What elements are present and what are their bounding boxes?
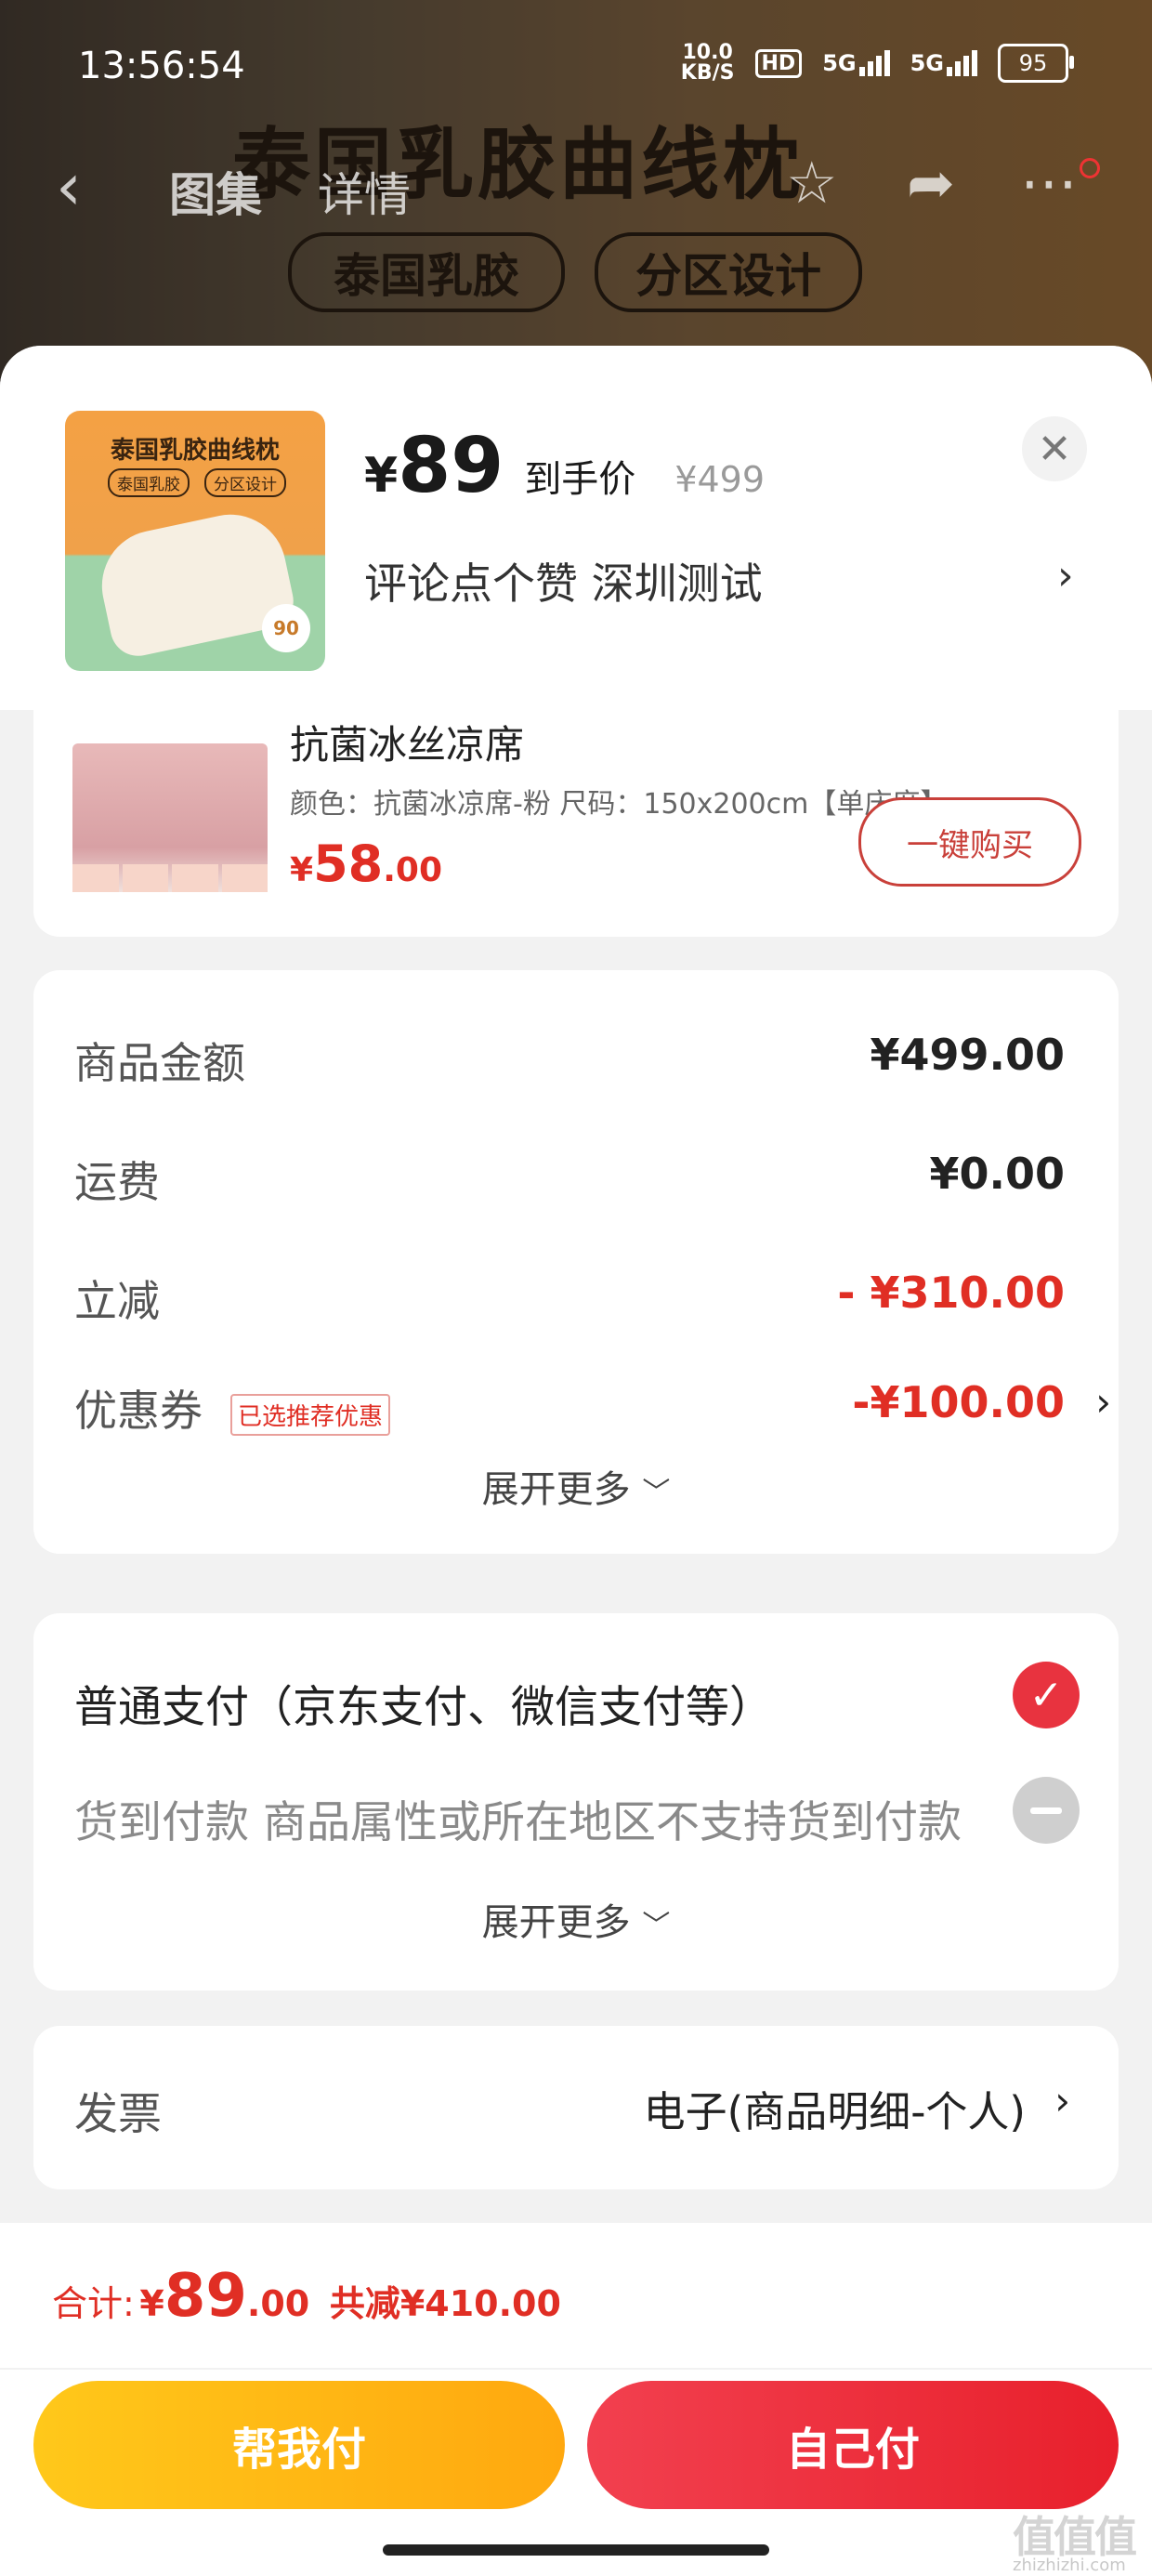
fee-row-shipping: 运费 ¥0.00 [74,1149,1065,1207]
divider [0,2368,1152,2370]
chevron-down-icon: ﹀ [642,1910,671,1942]
product-nav-bar: ‹ 图集 详情 ☆ ➦ ⋯ [0,139,1152,242]
price-row: ¥ 89 到手价 ¥499 [364,422,766,510]
coupon-badge: 已选推荐优惠 [230,1394,391,1436]
network-speed: 10.0 KB/S [680,41,735,85]
upsell-name: 抗菌冰丝凉席 [290,722,525,768]
payment-cod-option: 货到付款 商品属性或所在地区不支持货到付款 [74,1797,962,1848]
checkout-footer: 合计: ¥89.00 共减¥410.00 帮我付 自己付 值值值 zhizhiz… [0,2223,1152,2576]
status-icons: 10.0 KB/S HD 5G 5G 95 [680,41,1074,85]
star-icon[interactable]: ☆ [786,149,838,217]
chevron-right-icon[interactable]: › [1054,2078,1070,2123]
tab-gallery[interactable]: 图集 [169,158,262,225]
invoice-label: 发票 [74,2089,162,2140]
signal-icon: 5G [822,50,890,76]
fee-row-coupon[interactable]: 优惠券 已选推荐优惠 -¥100.00 › [74,1368,1111,1442]
close-icon[interactable]: ✕ [1022,416,1087,481]
help-me-pay-button[interactable]: 帮我付 [33,2381,565,2509]
home-indicator[interactable] [383,2544,769,2556]
final-price: 89 [398,422,504,510]
share-icon[interactable]: ➦ [907,149,955,217]
back-icon[interactable]: ‹ [56,149,82,225]
battery-icon: 95 [998,44,1074,83]
status-time: 13:56:54 [78,45,245,87]
signal-icon-2: 5G [910,50,977,76]
fee-row-goods: 商品金额 ¥499.00 [74,1030,1065,1088]
upsell-price: ¥58.00 [290,835,442,893]
chevron-right-icon[interactable]: › [1057,552,1074,599]
invoice-value: 电子(商品明细-个人) [643,2087,1026,2136]
address-line[interactable]: 评论点个赞 深圳测试 [364,550,763,611]
tab-detail[interactable]: 详情 [318,158,411,225]
thumb-badge: 90 [262,604,310,652]
original-price: ¥499 [674,459,766,500]
checkmark-icon[interactable]: ✓ [1013,1662,1080,1728]
one-click-buy-button[interactable]: 一键购买 [858,797,1081,887]
notification-dot [1080,158,1100,178]
fee-breakdown-card: 商品金额 ¥499.00 运费 ¥0.00 立减 - ¥310.00 优惠券 已… [33,970,1119,1554]
chevron-right-icon[interactable]: › [1095,1379,1111,1425]
expand-more-payment[interactable]: 展开更多 ﹀ [33,1892,1119,1946]
status-bar: 13:56:54 10.0 KB/S HD 5G 5G 95 [0,37,1152,102]
disabled-icon [1013,1777,1080,1844]
expand-more-fees[interactable]: 展开更多 ﹀ [33,1459,1119,1513]
hd-icon: HD [754,48,803,78]
upsell-thumbnail [72,743,268,892]
upsell-spec: 颜色：抗菌冰凉席-粉 尺码：150x200cm【单床席】 [290,788,949,821]
total-saved: 共减¥410.00 [329,2283,561,2324]
sheet-header: 泰国乳胶曲线枕 泰国乳胶 分区设计 90 ¥ 89 到手价 ¥499 ✕ 评论点… [0,346,1152,710]
fee-row-discount: 立减 - ¥310.00 [74,1268,1065,1326]
payment-normal-option[interactable]: 普通支付（京东支付、微信支付等） [74,1671,773,1735]
final-price-label: 到手价 [524,458,636,501]
pay-myself-button[interactable]: 自己付 [587,2381,1119,2509]
invoice-row[interactable]: 发票 电子(商品明细-个人) › [33,2026,1119,2189]
watermark-url: zhizhizhi.com [1013,2556,1126,2575]
payment-method-card: 普通支付（京东支付、微信支付等） ✓ 货到付款 商品属性或所在地区不支持货到付款… [33,1613,1119,1991]
background-product-page: 泰国乳胶曲线枕 泰国乳胶 分区设计 13:56:54 10.0 KB/S HD … [0,0,1152,390]
more-icon[interactable]: ⋯ [1020,149,1078,217]
chevron-down-icon: ﹀ [642,1477,671,1509]
order-total: 合计: ¥89.00 共减¥410.00 [52,2262,561,2331]
product-thumbnail: 泰国乳胶曲线枕 泰国乳胶 分区设计 90 [65,411,325,671]
